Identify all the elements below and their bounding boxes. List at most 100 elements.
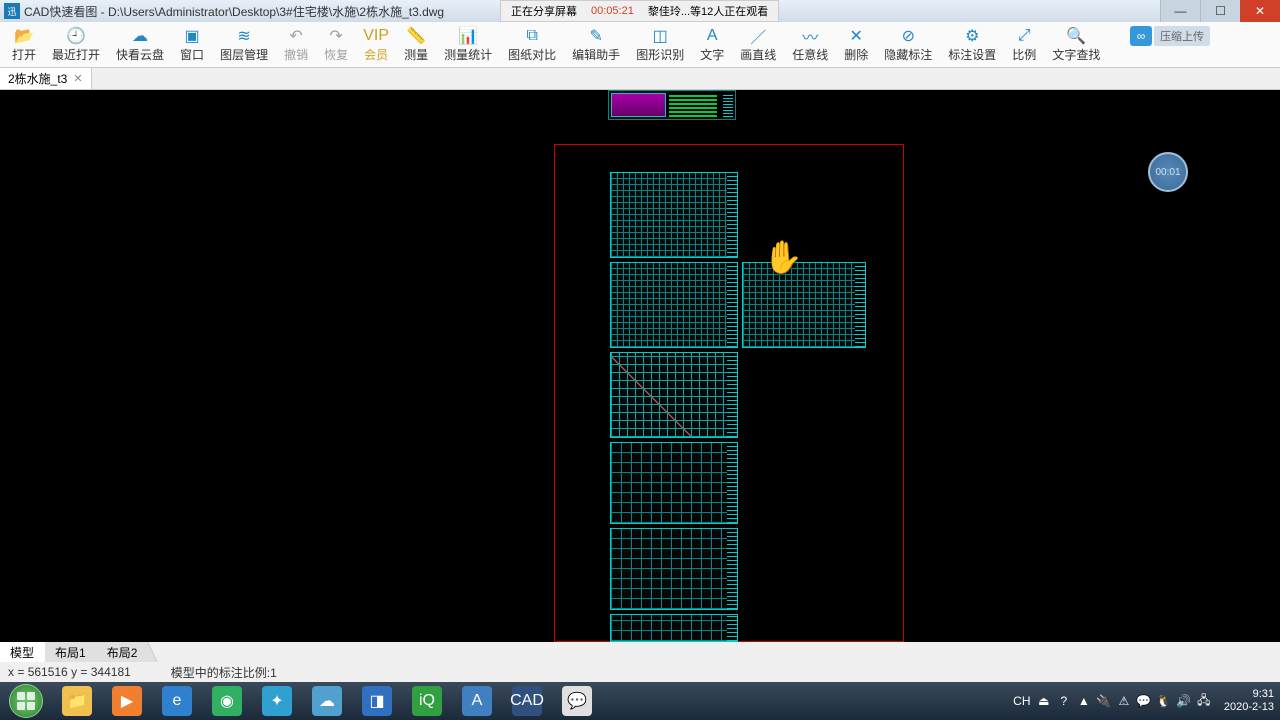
toolbar-hidemark-button[interactable]: ⊘隐藏标注: [876, 24, 940, 65]
taskbar-app-chrome360[interactable]: ◉: [203, 683, 251, 719]
document-tab-label: 2栋水施_t3: [8, 70, 67, 87]
maximize-button[interactable]: ☐: [1200, 0, 1240, 22]
toolbar-vip-label: 会员: [364, 46, 388, 63]
scale-readout: 模型中的标注比例:1: [171, 664, 277, 681]
taskbar-app-explorer[interactable]: 📁: [53, 683, 101, 719]
drawing-thumb-6: [610, 614, 738, 642]
toolbar-undo-button[interactable]: ↶撤销: [276, 24, 316, 65]
toolbar-edithelp-button[interactable]: ✎编辑助手: [564, 24, 628, 65]
ime-indicator[interactable]: CH: [1014, 693, 1030, 709]
toolbar-scale-button[interactable]: ⤢比例: [1004, 24, 1044, 65]
tray-icon-8[interactable]: 🖧: [1196, 693, 1212, 709]
taskbar-app-cloud[interactable]: ☁: [303, 683, 351, 719]
share-status: 正在分享屏幕: [511, 3, 577, 19]
taskbar-app-tool1[interactable]: ✦: [253, 683, 301, 719]
toolbar-cloud-label: 快看云盘: [116, 46, 164, 63]
tray-icon-4[interactable]: ⚠: [1116, 693, 1132, 709]
taskbar-app-media[interactable]: ▶: [103, 683, 151, 719]
document-tab-close-icon[interactable]: ✕: [73, 72, 82, 85]
toolbar-window-label: 窗口: [180, 46, 204, 63]
scale-icon: ⤢: [1014, 26, 1034, 46]
taskbar-app-cad[interactable]: CAD: [503, 683, 551, 719]
close-button[interactable]: ✕: [1240, 0, 1280, 22]
drawing-thumb-4: [610, 442, 738, 524]
toolbar-marksettings-button[interactable]: ⚙标注设置: [940, 24, 1004, 65]
toolbar-findtext-button[interactable]: 🔍文字查找: [1044, 24, 1108, 65]
system-tray: CH ⏏?▲🔌⚠💬🐧🔊🖧 9:31 2020-2-13: [1014, 682, 1280, 720]
layout-tab-0[interactable]: 模型: [0, 642, 45, 662]
tray-icon-1[interactable]: ?: [1056, 693, 1072, 709]
app-icon: 迅: [4, 3, 20, 19]
toolbar-redo-button[interactable]: ↷恢复: [316, 24, 356, 65]
toolbar-redo-label: 恢复: [324, 46, 348, 63]
toolbar-cloud-button[interactable]: ☁快看云盘: [108, 24, 172, 65]
text-icon: A: [702, 26, 722, 46]
toolbar-edithelp-label: 编辑助手: [572, 46, 620, 63]
cloud-upload-badge[interactable]: ∞ 压缩上传: [1130, 26, 1210, 46]
taskbar-app-app1[interactable]: ◨: [353, 683, 401, 719]
drawing-thumb-2b: [742, 262, 866, 348]
toolbar-freeline-button[interactable]: 〰任意线: [784, 24, 836, 65]
toolbar-measure-button[interactable]: 📏测量: [396, 24, 436, 65]
toolbar-layers-button[interactable]: ≋图层管理: [212, 24, 276, 65]
document-tabs: 2栋水施_t3 ✕: [0, 68, 1280, 90]
toolbar-vip-button[interactable]: VIP会员: [356, 24, 396, 65]
taskbar-app-ie[interactable]: e: [153, 683, 201, 719]
taskbar-app-chat[interactable]: 💬: [553, 683, 601, 719]
toolbar-text-button[interactable]: A文字: [692, 24, 732, 65]
toolbar-window-button[interactable]: ▣窗口: [172, 24, 212, 65]
window-controls: — ☐ ✕: [1160, 0, 1280, 22]
layout-tab-1[interactable]: 布局1: [45, 642, 97, 662]
start-button[interactable]: [0, 682, 52, 720]
toolbar-hidemark-label: 隐藏标注: [884, 46, 932, 63]
document-tab[interactable]: 2栋水施_t3 ✕: [0, 68, 92, 89]
line-icon: ／: [748, 26, 768, 46]
appA-icon: A: [462, 686, 492, 716]
toolbar-mstats-button[interactable]: 📊测量统计: [436, 24, 500, 65]
cloud-upload-icon: ∞: [1130, 26, 1152, 46]
freeline-icon: 〰: [800, 26, 820, 46]
toolbar-delete-label: 删除: [844, 46, 868, 63]
tray-icon-7[interactable]: 🔊: [1176, 693, 1192, 709]
tray-icon-0[interactable]: ⏏: [1036, 693, 1052, 709]
tray-icon-5[interactable]: 💬: [1136, 693, 1152, 709]
toolbar: 📂打开🕘最近打开☁快看云盘▣窗口≋图层管理↶撤销↷恢复VIP会员📏测量📊测量统计…: [0, 22, 1280, 68]
clock[interactable]: 9:31 2020-2-13: [1218, 688, 1274, 714]
clock-time: 9:31: [1224, 688, 1274, 701]
toolbar-layers-label: 图层管理: [220, 46, 268, 63]
drawing-thumb-2: [610, 262, 738, 348]
ie-icon: e: [162, 686, 192, 716]
toolbar-mstats-label: 测量统计: [444, 46, 492, 63]
drawing-thumb-1: [610, 172, 738, 258]
findtext-icon: 🔍: [1066, 26, 1086, 46]
taskbar-app-appA[interactable]: A: [453, 683, 501, 719]
taskbar-app-iqiyi[interactable]: iQ: [403, 683, 451, 719]
toolbar-compare-button[interactable]: ⧉图纸对比: [500, 24, 564, 65]
open-icon: 📂: [14, 26, 34, 46]
toolbar-line-button[interactable]: ／画直线: [732, 24, 784, 65]
undo-icon: ↶: [286, 26, 306, 46]
toolbar-freeline-label: 任意线: [792, 46, 828, 63]
status-bar: x = 561516 y = 344181 模型中的标注比例:1: [0, 662, 1280, 682]
tray-icon-2[interactable]: ▲: [1076, 693, 1092, 709]
media-icon: ▶: [112, 686, 142, 716]
share-banner: 正在分享屏幕 00:05:21 黎佳玲...等12人正在观看: [500, 0, 779, 22]
taskbar: 📁▶e◉✦☁◨iQACAD💬 CH ⏏?▲🔌⚠💬🐧🔊🖧 9:31 2020-2-…: [0, 682, 1280, 720]
toolbar-measure-label: 测量: [404, 46, 428, 63]
mstats-icon: 📊: [458, 26, 478, 46]
tray-icon-6[interactable]: 🐧: [1156, 693, 1172, 709]
tray-icon-3[interactable]: 🔌: [1096, 693, 1112, 709]
toolbar-recent-button[interactable]: 🕘最近打开: [44, 24, 108, 65]
toolbar-delete-button[interactable]: ✕删除: [836, 24, 876, 65]
layers-icon: ≋: [234, 26, 254, 46]
toolbar-marksettings-label: 标注设置: [948, 46, 996, 63]
drawing-thumb-5: [610, 528, 738, 610]
toolbar-recent-label: 最近打开: [52, 46, 100, 63]
delete-icon: ✕: [846, 26, 866, 46]
toolbar-open-button[interactable]: 📂打开: [4, 24, 44, 65]
toolbar-compare-label: 图纸对比: [508, 46, 556, 63]
layout-tab-2[interactable]: 布局2: [97, 642, 149, 662]
minimize-button[interactable]: —: [1160, 0, 1200, 22]
drawing-viewport[interactable]: ✋ 00:01: [0, 90, 1280, 642]
toolbar-recognize-button[interactable]: ◫图形识别: [628, 24, 692, 65]
